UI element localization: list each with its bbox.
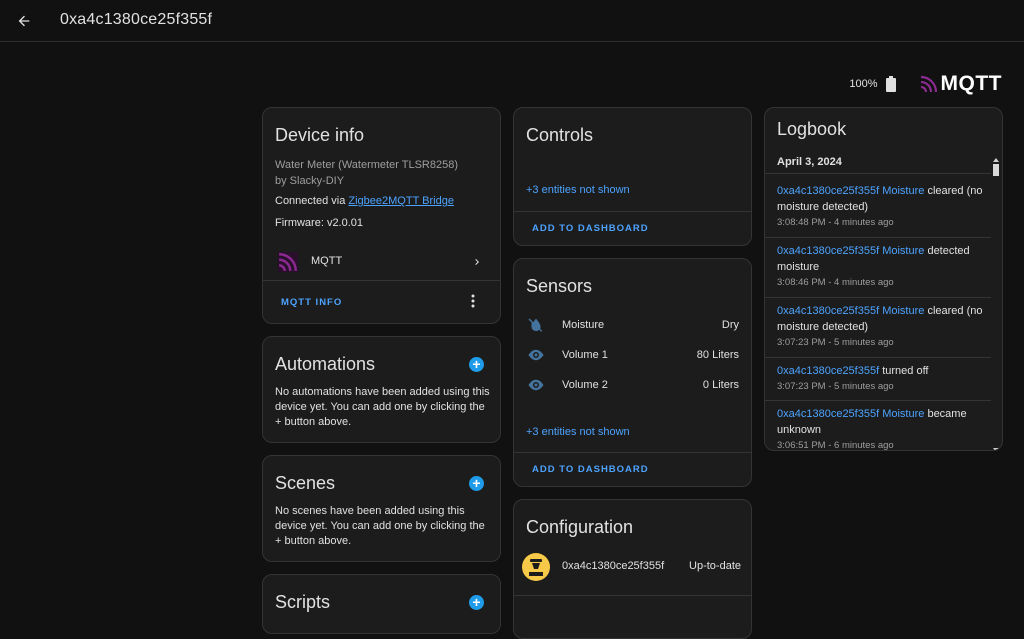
page-title: 0xa4c1380ce25f355f xyxy=(60,11,213,28)
sensor-row-volume-1[interactable]: Volume 1 80 Liters xyxy=(526,345,739,365)
logbook-date: April 3, 2024 xyxy=(777,156,842,168)
logbook-card: Logbook April 3, 2024 0xa4c1380ce25f355f… xyxy=(764,107,1003,451)
device-status-row: 100% MQTT xyxy=(849,72,1002,96)
scripts-card: Scripts + xyxy=(262,574,501,634)
sensors-title: Sensors xyxy=(526,276,593,296)
scenes-empty-text: No scenes have been added using this dev… xyxy=(275,505,485,547)
configuration-row[interactable]: 0xa4c1380ce25f355f Up-to-date xyxy=(514,550,751,584)
device-model: Water Meter (Watermeter TLSR8258) xyxy=(275,159,458,171)
add-automation-button[interactable]: + xyxy=(469,357,484,372)
mqtt-logo: MQTT xyxy=(920,72,1002,96)
scripts-title: Scripts xyxy=(275,592,331,612)
sensor-row-moisture[interactable]: Moisture Dry xyxy=(526,315,739,335)
sensors-hidden-entities[interactable]: +3 entities not shown xyxy=(526,426,630,438)
battery-icon xyxy=(885,76,896,92)
log-entity-link[interactable]: 0xa4c1380ce25f355f xyxy=(777,365,879,377)
add-scene-button[interactable]: + xyxy=(469,476,484,491)
controls-add-to-dashboard[interactable]: ADD TO DASHBOARD xyxy=(532,223,649,234)
log-entry: 0xa4c1380ce25f355f Moisture detected moi… xyxy=(777,243,991,291)
water-off-icon xyxy=(526,315,546,335)
zigbee2mqtt-bridge-link[interactable]: Zigbee2MQTT Bridge xyxy=(348,195,454,207)
log-entry: 0xa4c1380ce25f355f Moisture cleared (no … xyxy=(777,183,991,231)
automations-empty-text: No automations have been added using thi… xyxy=(275,386,490,428)
log-entity-link[interactable]: 0xa4c1380ce25f355f Moisture xyxy=(777,305,924,317)
log-entry: 0xa4c1380ce25f355f Moisture cleared (no … xyxy=(777,303,991,351)
connected-via: Connected via Zigbee2MQTT Bridge xyxy=(275,195,454,207)
automations-title: Automations xyxy=(275,354,376,374)
chevron-right-icon xyxy=(475,259,479,265)
configuration-title: Configuration xyxy=(526,517,634,537)
log-time: 3:08:48 PM - 4 minutes ago xyxy=(777,217,894,228)
logbook-title: Logbook xyxy=(777,119,847,139)
scenes-card: Scenes + No scenes have been added using… xyxy=(262,455,501,562)
zigbee2mqtt-icon xyxy=(522,553,550,581)
log-time: 3:07:23 PM - 5 minutes ago xyxy=(777,337,894,348)
sensors-card: Sensors Moisture Dry Volume 1 80 Liters … xyxy=(513,258,752,487)
log-entity-link[interactable]: 0xa4c1380ce25f355f Moisture xyxy=(777,185,924,197)
log-entry: 0xa4c1380ce25f355f turned off 3:07:23 PM… xyxy=(777,363,991,395)
log-time: 3:07:23 PM - 5 minutes ago xyxy=(777,381,894,392)
firmware-version: Firmware: v2.0.01 xyxy=(275,217,364,229)
log-entry: 0xa4c1380ce25f355f Moisture became unkno… xyxy=(777,406,991,451)
controls-title: Controls xyxy=(526,125,594,145)
configuration-state: Up-to-date xyxy=(689,560,741,572)
mqtt-waves-icon xyxy=(920,75,937,93)
device-info-card: Device info Water Meter (Watermeter TLSR… xyxy=(262,107,501,324)
back-button[interactable] xyxy=(12,9,36,33)
configuration-card: Configuration 0xa4c1380ce25f355f Up-to-d… xyxy=(513,499,752,639)
mqtt-icon xyxy=(278,252,298,272)
device-info-title: Device info xyxy=(275,125,365,145)
device-manufacturer: by Slacky-DIY xyxy=(275,175,345,187)
battery-level: 100% xyxy=(849,78,878,90)
mqtt-info-button[interactable]: MQTT INFO xyxy=(281,297,342,308)
mqtt-integration-label: MQTT xyxy=(311,255,343,267)
log-time: 3:08:46 PM - 4 minutes ago xyxy=(777,277,894,288)
sensor-row-volume-2[interactable]: Volume 2 0 Liters xyxy=(526,375,739,395)
eye-icon xyxy=(526,345,546,365)
top-app-bar: 0xa4c1380ce25f355f xyxy=(0,0,1024,42)
automations-card: Automations + No automations have been a… xyxy=(262,336,501,443)
eye-icon xyxy=(526,375,546,395)
controls-card: Controls +3 entities not shown ADD TO DA… xyxy=(513,107,752,246)
sensors-add-to-dashboard[interactable]: ADD TO DASHBOARD xyxy=(532,464,649,475)
configuration-device-name: 0xa4c1380ce25f355f xyxy=(562,560,665,572)
more-vertical-icon[interactable] xyxy=(467,294,479,308)
mqtt-integration-row[interactable]: MQTT xyxy=(263,248,500,278)
add-script-button[interactable]: + xyxy=(469,595,484,610)
log-time: 3:06:51 PM - 6 minutes ago xyxy=(777,440,894,451)
log-entity-link[interactable]: 0xa4c1380ce25f355f Moisture xyxy=(777,408,924,420)
controls-hidden-entities[interactable]: +3 entities not shown xyxy=(526,184,630,196)
scenes-title: Scenes xyxy=(275,473,336,493)
log-entity-link[interactable]: 0xa4c1380ce25f355f Moisture xyxy=(777,245,924,257)
arrow-left-icon xyxy=(18,15,30,27)
logbook-scrollbar[interactable] xyxy=(992,156,1000,450)
